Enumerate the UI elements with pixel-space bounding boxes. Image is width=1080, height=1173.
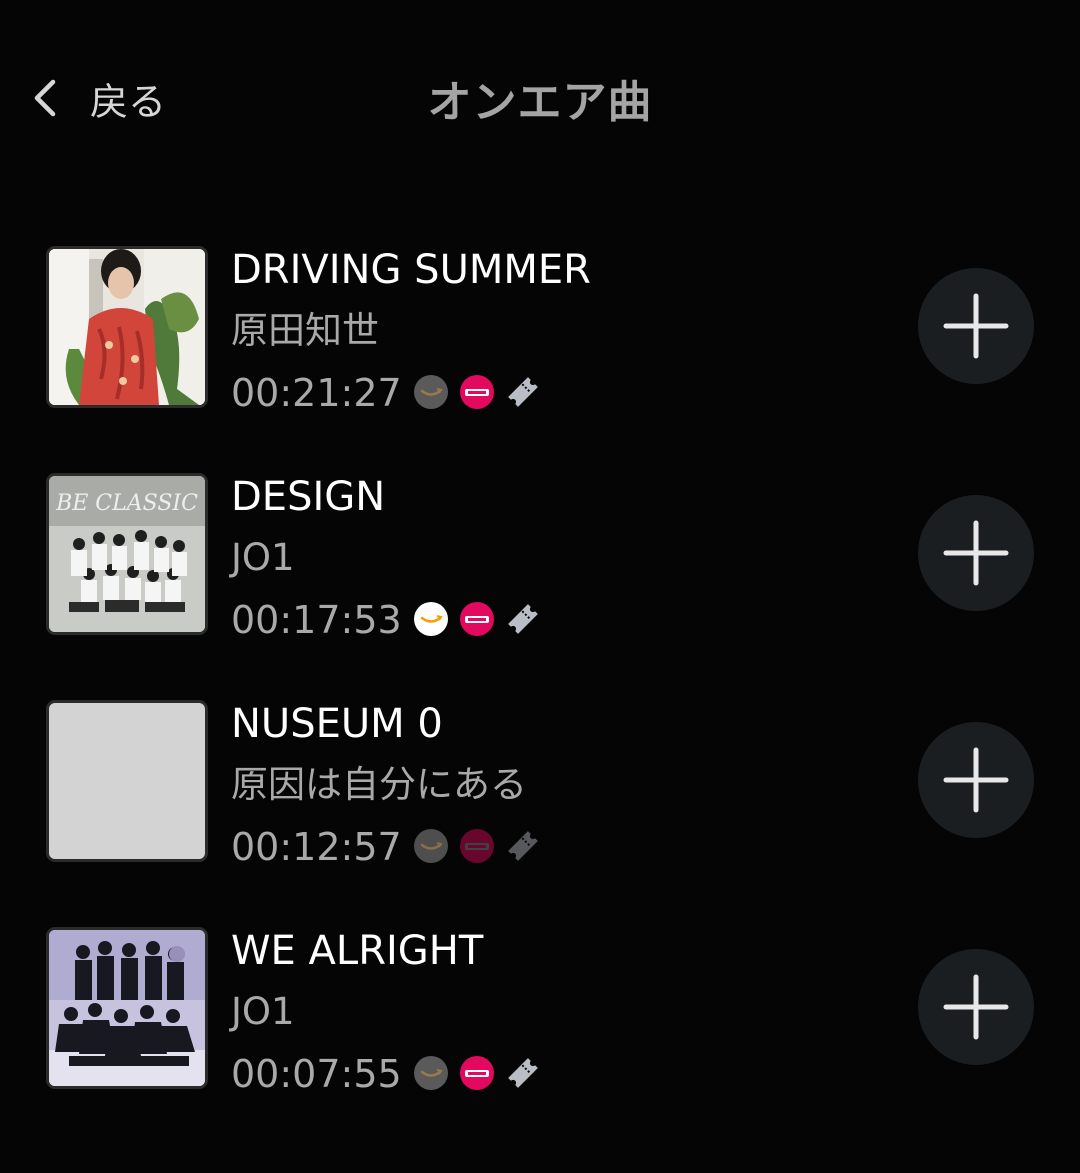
album-cover <box>46 927 208 1089</box>
add-button[interactable] <box>918 949 1034 1065</box>
track-time: 00:12:57 <box>231 825 402 869</box>
album-cover-image: BE CLASSIC <box>49 476 205 632</box>
track-time: 00:07:55 <box>231 1052 402 1096</box>
recochoku-icon[interactable] <box>459 1055 495 1091</box>
amazon-music-icon[interactable] <box>413 601 449 637</box>
plus-icon <box>943 974 1009 1040</box>
track-title: NUSEUM 0 <box>231 701 443 747</box>
track-time: 00:17:53 <box>231 598 402 642</box>
album-cover <box>46 246 208 408</box>
track-artist: 原田知世 <box>231 309 379 352</box>
plus-icon <box>943 747 1009 813</box>
album-cover-text: BE CLASSIC <box>55 491 198 516</box>
album-cover: BE CLASSIC <box>46 473 208 635</box>
recochoku-icon[interactable] <box>459 601 495 637</box>
amazon-music-icon[interactable] <box>413 1055 449 1091</box>
amazon-music-icon <box>413 828 449 864</box>
track-row[interactable]: BE CLASSIC DESIGN JO1 00:17:53 <box>0 473 1080 642</box>
track-row[interactable]: DRIVING SUMMER 原田知世 00:21:27 <box>0 246 1080 415</box>
recochoku-icon[interactable] <box>459 374 495 410</box>
recochoku-icon <box>459 828 495 864</box>
album-cover-placeholder <box>46 700 208 862</box>
track-time: 00:21:27 <box>231 371 402 415</box>
track-row[interactable]: NUSEUM 0 原因は自分にある 00:12:57 <box>0 700 1080 869</box>
ticket-icon[interactable] <box>505 1055 541 1091</box>
album-cover-image <box>49 249 205 405</box>
page-title: オンエア曲 <box>427 77 653 128</box>
plus-icon <box>943 520 1009 586</box>
track-title: DESIGN <box>231 474 386 520</box>
ticket-icon[interactable] <box>505 601 541 637</box>
ticket-icon[interactable] <box>505 374 541 410</box>
track-title: DRIVING SUMMER <box>231 247 591 293</box>
track-row[interactable]: WE ALRIGHT JO1 00:07:55 <box>0 927 1080 1096</box>
track-title: WE ALRIGHT <box>231 928 484 974</box>
add-button[interactable] <box>918 722 1034 838</box>
add-button[interactable] <box>918 495 1034 611</box>
track-artist: 原因は自分にある <box>231 763 527 806</box>
add-button[interactable] <box>918 268 1034 384</box>
ticket-icon <box>505 828 541 864</box>
album-cover-image <box>49 930 205 1086</box>
amazon-music-icon[interactable] <box>413 374 449 410</box>
track-artist: JO1 <box>231 990 295 1033</box>
header: 戻る オンエア曲 <box>0 0 1080 195</box>
track-artist: JO1 <box>231 536 295 579</box>
plus-icon <box>943 293 1009 359</box>
